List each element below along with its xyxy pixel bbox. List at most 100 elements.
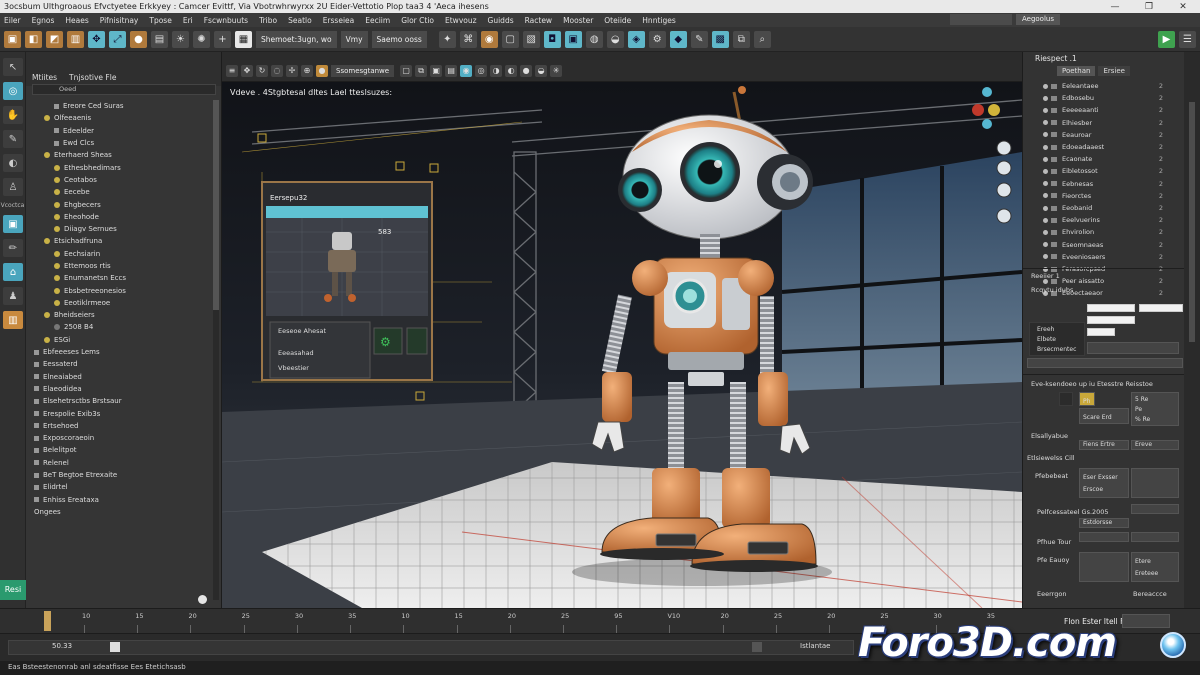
outliner-row[interactable]: Eeotiklrmeoe	[26, 297, 214, 309]
menu-item[interactable]: Mooster	[563, 16, 593, 25]
outliner-row[interactable]: Ettemoos rtis	[26, 260, 214, 272]
value-field[interactable]	[1079, 532, 1129, 542]
visibility-icon[interactable]	[1043, 229, 1048, 235]
property-row[interactable]: Eeleantaee 2	[1043, 80, 1163, 92]
outliner-row[interactable]: Elsehetrsctbs Brstsaur	[26, 395, 214, 407]
outliner-row[interactable]: Exposcoraeoin	[26, 432, 214, 444]
overlay-icon[interactable]: ◐	[505, 64, 518, 77]
camera-icon[interactable]: ◘	[543, 30, 561, 48]
outliner-row[interactable]: Ongees	[26, 506, 214, 518]
gizmo-icon[interactable]: ✳	[550, 64, 563, 77]
menu-item[interactable]: Glor Ctio	[401, 16, 434, 25]
menu-item[interactable]: Pifnisitnay	[100, 16, 139, 25]
outliner-row[interactable]: Erespolie Exib3s	[26, 407, 214, 419]
outliner-row[interactable]: Elaeodidea	[26, 383, 214, 395]
snap-icon[interactable]: ✦	[438, 30, 456, 48]
bulb-icon[interactable]: ☀	[172, 30, 189, 48]
3d-viewport[interactable]: ⚙ Vdeve . 4Stgbtesal dltes Lael tteslsuz…	[222, 82, 1022, 608]
property-row[interactable]: Fieorctes 2	[1043, 190, 1163, 202]
brush-tool-icon[interactable]: ✎	[3, 130, 23, 148]
property-row[interactable]: Eebnesas 2	[1043, 178, 1163, 190]
outliner-row[interactable]: Olfeeaenis	[26, 112, 214, 124]
outliner-row[interactable]: Ertsehoed	[26, 420, 214, 432]
value-field[interactable]	[1087, 342, 1179, 354]
sculpt-icon[interactable]: ◆	[669, 30, 687, 48]
light-icon[interactable]: ✺	[193, 30, 210, 48]
view-button[interactable]: Vmy	[340, 30, 368, 48]
value-field[interactable]	[1131, 552, 1179, 582]
visibility-icon[interactable]	[1043, 144, 1048, 150]
scale-icon[interactable]: ⤢	[109, 30, 126, 48]
outliner-row[interactable]: Eterhaerd Sheas	[26, 149, 214, 161]
property-row[interactable]: Eeobanid 2	[1043, 202, 1163, 214]
property-row[interactable]: Edbosebu 2	[1043, 92, 1163, 104]
menu-item[interactable]: Tribo	[259, 16, 277, 25]
maximize-button[interactable]: ❐	[1132, 2, 1166, 12]
value-field[interactable]	[1079, 468, 1129, 498]
value-field[interactable]	[1131, 532, 1179, 542]
playhead[interactable]	[44, 611, 51, 631]
menu-item[interactable]: Etwvouz	[445, 16, 477, 25]
value-field[interactable]	[1131, 504, 1179, 514]
slice-icon[interactable]: ◩	[46, 30, 63, 48]
workspace-dropdown[interactable]: Aegoolus	[1015, 14, 1060, 25]
outliner-row[interactable]: Elidrtel	[26, 481, 214, 493]
outliner-row[interactable]: Enhiss Ereataxa	[26, 494, 214, 506]
visibility-icon[interactable]	[1043, 95, 1048, 101]
value-field[interactable]	[1079, 552, 1129, 582]
pan-icon[interactable]: ✢	[286, 64, 298, 77]
close-button[interactable]: ✕	[1166, 2, 1200, 12]
outliner-row[interactable]: Ebsbetreeonesios	[26, 284, 214, 296]
settings-icon[interactable]: ☰	[1179, 30, 1196, 48]
outliner-row[interactable]: Etsichadfruna	[26, 235, 214, 247]
add-icon[interactable]: +	[214, 30, 231, 48]
sphere-icon[interactable]: ●	[130, 30, 147, 48]
outliner-row[interactable]: Eecebe	[26, 186, 214, 198]
move-icon[interactable]: ✥	[88, 30, 105, 48]
frame-icon[interactable]: ▢	[400, 64, 413, 77]
workspace-field[interactable]	[949, 14, 1012, 25]
value-field[interactable]	[1087, 304, 1135, 312]
property-row[interactable]: Eseomnaeas 2	[1043, 239, 1163, 251]
outliner-row[interactable]: Enumanetsn Eccs	[26, 272, 214, 284]
cursor-tool-icon[interactable]: ◎	[3, 82, 23, 100]
property-row[interactable]: Elhiesber 2	[1043, 117, 1163, 129]
outliner-row[interactable]: Eessaterd	[26, 358, 214, 370]
lock-icon[interactable]: ▤	[151, 30, 168, 48]
render-start-icon[interactable]: ▶	[1158, 30, 1175, 48]
uv-icon[interactable]: ▩	[711, 30, 729, 48]
light-view-icon[interactable]: ●	[520, 64, 533, 77]
visibility-icon[interactable]	[1043, 156, 1048, 162]
outliner-row[interactable]: Bheidseiers	[26, 309, 214, 321]
slider-field[interactable]	[1027, 358, 1183, 368]
view-menu-icon[interactable]: ≡	[226, 64, 238, 77]
solid-view-icon[interactable]: ◉	[460, 64, 473, 77]
property-row[interactable]: Ferasorcpsed 2	[1043, 263, 1163, 275]
outliner-row[interactable]: Eheohode	[26, 211, 214, 223]
hand-tool-icon[interactable]: ✋	[3, 106, 23, 124]
box-icon[interactable]: ▣	[4, 30, 21, 48]
outliner-filter-input[interactable]: Oeed	[32, 84, 216, 95]
figure-tool-icon[interactable]: ♙	[3, 178, 23, 196]
resolution-button[interactable]: Resi	[0, 580, 26, 600]
box-select-icon[interactable]: ▣	[3, 215, 23, 233]
visibility-icon[interactable]	[1043, 205, 1048, 211]
command-field[interactable]	[8, 640, 854, 655]
property-row[interactable]: Ecaonate 2	[1043, 153, 1163, 165]
cube-icon[interactable]: ◧	[25, 30, 42, 48]
camera-view-icon[interactable]: ▣	[430, 64, 443, 77]
node-icon[interactable]: ⚙	[648, 30, 666, 48]
properties-scrollbar[interactable]	[1184, 52, 1200, 608]
value-field[interactable]	[1139, 304, 1183, 312]
shading-mode-dropdown[interactable]: Shemoet:3ugn, wo	[256, 30, 337, 48]
outliner-row[interactable]: Eechsiarin	[26, 248, 214, 260]
transform-icon[interactable]: ⌂	[3, 263, 23, 281]
visibility-icon[interactable]	[1043, 83, 1048, 89]
property-row[interactable]: Eveeniosaers 2	[1043, 251, 1163, 263]
menu-item[interactable]: Ersseiea	[323, 16, 355, 25]
rotate-view-icon[interactable]: ↻	[256, 64, 268, 77]
property-row[interactable]: Eibletossot 2	[1043, 165, 1163, 177]
minimize-button[interactable]: —	[1098, 2, 1132, 12]
visibility-icon[interactable]	[1043, 132, 1048, 138]
outliner-row[interactable]: Belelitpot	[26, 444, 214, 456]
